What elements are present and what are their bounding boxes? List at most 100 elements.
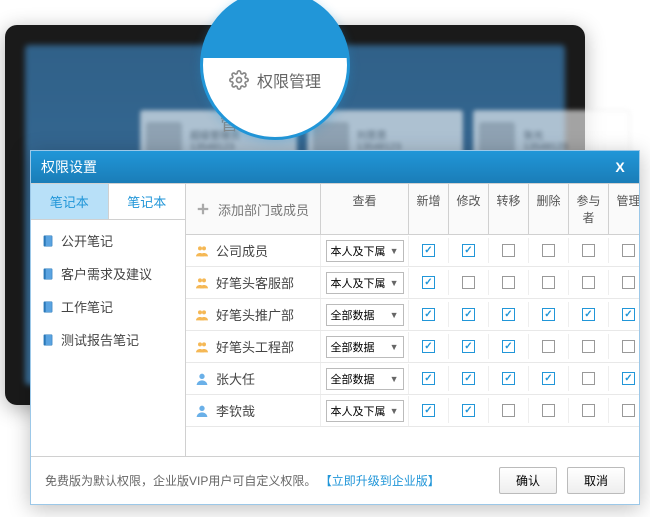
permission-checkbox[interactable] (622, 276, 635, 289)
sidebar-item-label: 公开笔记 (61, 231, 113, 250)
scope-cell: 全部数据▼ (321, 364, 409, 394)
chevron-down-icon: ▼ (390, 310, 399, 320)
sidebar-item-label: 测试报告笔记 (61, 330, 139, 349)
scope-select[interactable]: 全部数据▼ (326, 304, 404, 326)
check-cell (529, 366, 569, 391)
name-cell: 好笔头工程部 (186, 331, 321, 362)
permission-checkbox[interactable] (542, 340, 555, 353)
close-icon[interactable]: X (611, 158, 629, 176)
member-name: 好笔头推广部 (216, 305, 294, 324)
member-name: 好笔头工程部 (216, 337, 294, 356)
check-cell (529, 238, 569, 263)
sidebar-item[interactable]: 工作笔记 (31, 290, 185, 323)
upgrade-link[interactable]: 【立即升级到企业版】 (320, 474, 440, 488)
permission-checkbox[interactable] (582, 340, 595, 353)
permission-checkbox[interactable] (422, 244, 435, 257)
check-cell (449, 270, 489, 295)
check-cell (569, 366, 609, 391)
permission-checkbox[interactable] (542, 404, 555, 417)
permission-checkbox[interactable] (502, 308, 515, 321)
chevron-down-icon: ▼ (390, 374, 399, 384)
data-row: 好笔头工程部 全部数据▼ (186, 331, 639, 363)
permission-checkbox[interactable] (422, 404, 435, 417)
scope-select[interactable]: 全部数据▼ (326, 368, 404, 390)
col-edit: 修改 (449, 184, 489, 234)
content: 添加部门或成员 查看 新增 修改 转移 删除 参与者 管理 导出 公司成员本人及… (186, 184, 639, 456)
check-cell (409, 398, 449, 423)
cancel-button[interactable]: 取消 (567, 467, 625, 494)
permission-checkbox[interactable] (462, 372, 475, 385)
data-row: 好笔头推广部 全部数据▼ (186, 299, 639, 331)
name-cell: 张大任 (186, 363, 321, 394)
permission-checkbox[interactable] (422, 340, 435, 353)
sidebar-item[interactable]: 公开笔记 (31, 224, 185, 257)
sidebar-item[interactable]: 测试报告笔记 (31, 323, 185, 356)
permission-checkbox[interactable] (582, 276, 595, 289)
permission-checkbox[interactable] (462, 308, 475, 321)
check-cell (609, 398, 639, 423)
check-cell (529, 270, 569, 295)
permission-checkbox[interactable] (542, 372, 555, 385)
add-member-button[interactable]: 添加部门或成员 (186, 184, 321, 234)
person-icon (194, 371, 210, 387)
permission-checkbox[interactable] (462, 276, 475, 289)
scope-select[interactable]: 本人及下属▼ (326, 400, 404, 422)
scope-cell: 全部数据▼ (321, 300, 409, 330)
permission-checkbox[interactable] (502, 372, 515, 385)
permission-checkbox[interactable] (582, 404, 595, 417)
scope-select[interactable]: 全部数据▼ (326, 336, 404, 358)
check-cell (409, 270, 449, 295)
permission-checkbox[interactable] (582, 308, 595, 321)
tab-notebook-2[interactable]: 笔记本 (109, 184, 186, 219)
scope-select[interactable]: 本人及下属▼ (326, 272, 404, 294)
scope-cell: 本人及下属▼ (321, 396, 409, 426)
permission-dialog: 权限设置 X 笔记本 笔记本 公开笔记客户需求及建议工作笔记测试报告笔记 添加部… (30, 150, 640, 505)
notebook-icon (41, 300, 55, 314)
sidebar-tabs: 笔记本 笔记本 (31, 184, 185, 220)
check-cell (569, 302, 609, 327)
data-row: 好笔头客服部本人及下属▼ (186, 267, 639, 299)
permission-checkbox[interactable] (462, 404, 475, 417)
permission-checkbox[interactable] (502, 340, 515, 353)
group-icon (194, 339, 210, 355)
notebook-icon (41, 333, 55, 347)
check-cell (449, 302, 489, 327)
permission-checkbox[interactable] (622, 404, 635, 417)
check-cell (449, 366, 489, 391)
data-row: 李钦哉本人及下属▼ (186, 395, 639, 427)
check-cell (409, 238, 449, 263)
permission-checkbox[interactable] (542, 244, 555, 257)
group-icon (194, 275, 210, 291)
permission-checkbox[interactable] (622, 340, 635, 353)
permission-checkbox[interactable] (582, 372, 595, 385)
permission-checkbox[interactable] (422, 372, 435, 385)
permission-checkbox[interactable] (462, 244, 475, 257)
sidebar-item[interactable]: 客户需求及建议 (31, 257, 185, 290)
check-cell (529, 302, 569, 327)
permission-checkbox[interactable] (542, 276, 555, 289)
confirm-button[interactable]: 确认 (499, 467, 557, 494)
sidebar: 笔记本 笔记本 公开笔记客户需求及建议工作笔记测试报告笔记 (31, 184, 186, 456)
permission-checkbox[interactable] (422, 308, 435, 321)
chevron-down-icon: ▼ (390, 406, 399, 416)
permission-checkbox[interactable] (422, 276, 435, 289)
check-cell (609, 238, 639, 263)
permission-checkbox[interactable] (622, 308, 635, 321)
check-cell (609, 366, 639, 391)
name-cell: 好笔头推广部 (186, 299, 321, 330)
permission-checkbox[interactable] (502, 404, 515, 417)
sidebar-item-label: 工作笔记 (61, 297, 113, 316)
sidebar-item-label: 客户需求及建议 (61, 264, 152, 283)
data-row: 张大任全部数据▼ (186, 363, 639, 395)
permission-checkbox[interactable] (582, 244, 595, 257)
scope-select[interactable]: 本人及下属▼ (326, 240, 404, 262)
tab-notebook-1[interactable]: 笔记本 (31, 184, 109, 219)
permission-checkbox[interactable] (502, 276, 515, 289)
permission-checkbox[interactable] (462, 340, 475, 353)
plus-icon (194, 200, 212, 218)
permission-checkbox[interactable] (622, 244, 635, 257)
permission-checkbox[interactable] (622, 372, 635, 385)
permission-checkbox[interactable] (542, 308, 555, 321)
permission-checkbox[interactable] (502, 244, 515, 257)
dialog-footer: 免费版为默认权限，企业版VIP用户可自定义权限。 【立即升级到企业版】 确认 取… (31, 456, 639, 504)
